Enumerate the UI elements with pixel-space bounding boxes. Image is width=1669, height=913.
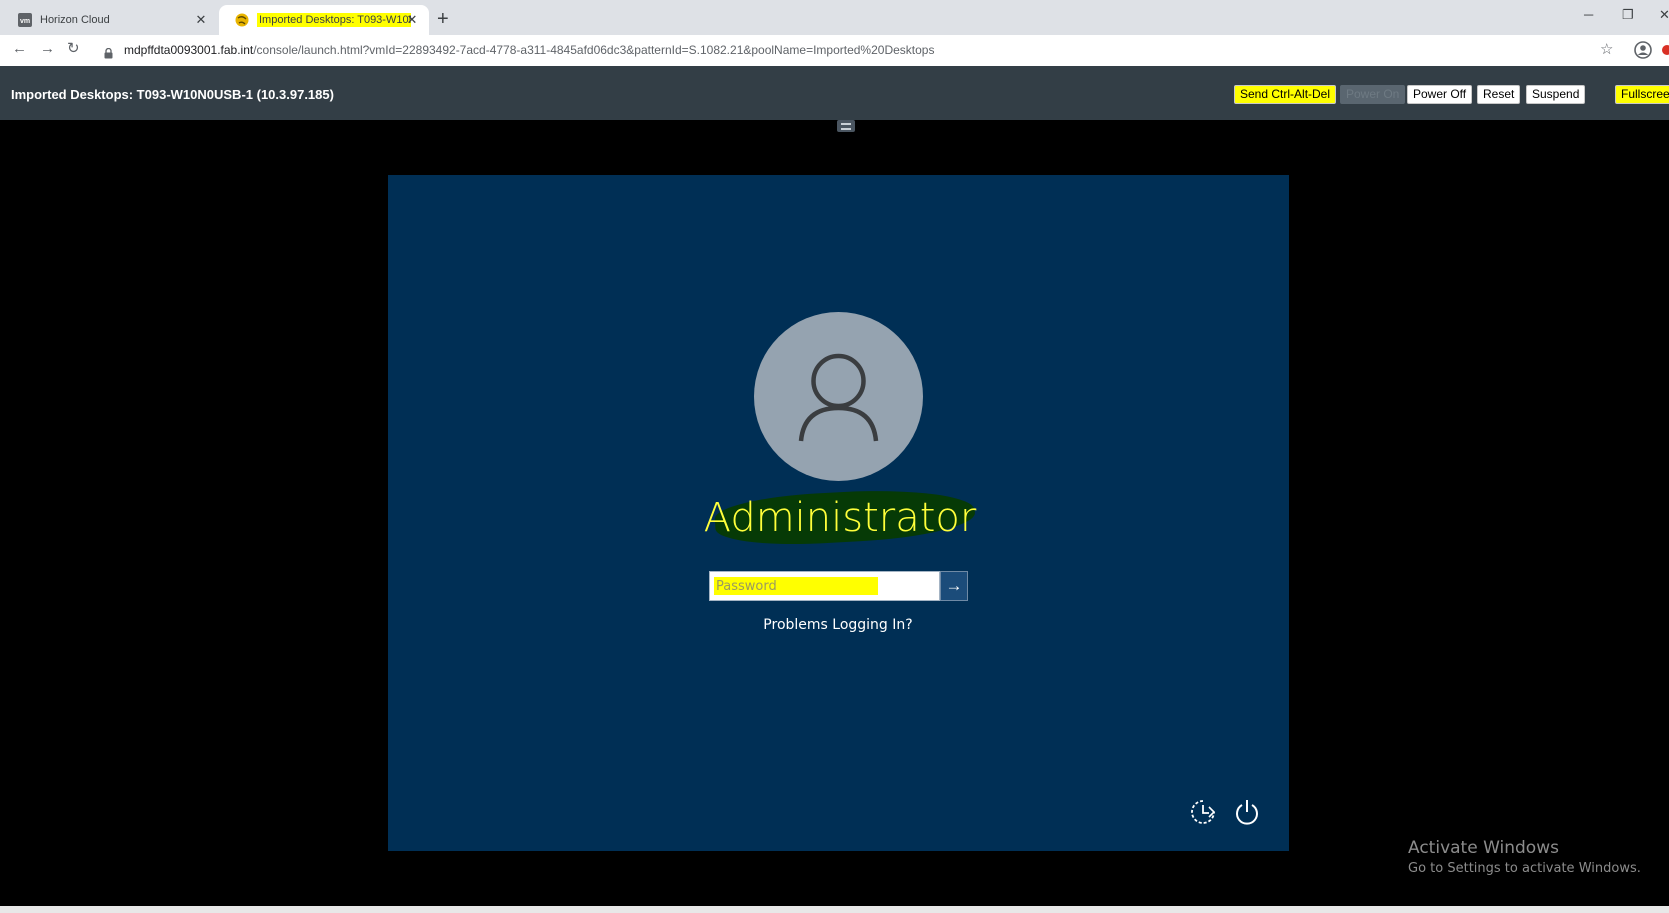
minimize-icon[interactable]: ─ [1584, 7, 1593, 22]
forward-icon[interactable]: → [40, 40, 55, 58]
fullscreen-button[interactable]: Fullscreen [1615, 85, 1669, 104]
browser-tab-bar: vm Horizon Cloud ✕ Imported Desktops: T0… [0, 0, 1669, 35]
vmware-icon: vm [18, 13, 32, 27]
power-on-button[interactable]: Power On [1340, 85, 1406, 104]
user-icon [798, 353, 879, 442]
new-tab-button[interactable]: + [437, 9, 449, 29]
tab-title: Imported Desktops: T093-W10N [257, 13, 411, 27]
password-field[interactable] [709, 571, 940, 601]
svg-text:vm: vm [20, 18, 30, 25]
send-ctrl-alt-del-button[interactable]: Send Ctrl-Alt-Del [1234, 85, 1337, 104]
watermark-title: Activate Windows [1408, 838, 1559, 858]
restore-icon[interactable]: ❐ [1622, 7, 1634, 23]
console-menu-handle[interactable] [837, 120, 855, 132]
close-icon[interactable]: ✕ [194, 13, 208, 27]
power-off-button[interactable]: Power Off [1407, 85, 1473, 104]
back-icon[interactable]: ← [12, 40, 27, 58]
close-icon[interactable]: ✕ [405, 13, 419, 27]
bookmark-star-icon[interactable]: ☆ [1600, 41, 1613, 59]
user-avatar [754, 312, 923, 481]
problems-logging-in-link[interactable]: Problems Logging In? [700, 617, 976, 633]
chrome-globe-icon [235, 13, 249, 27]
reload-icon[interactable]: ↻ [67, 40, 80, 58]
username-label: Administrator [703, 495, 977, 541]
activate-windows-watermark: Activate Windows Go to Settings to activ… [1408, 838, 1641, 876]
suspend-button[interactable]: Suspend [1526, 85, 1586, 104]
extension-icon[interactable] [1662, 45, 1669, 55]
profile-icon[interactable] [1634, 41, 1652, 64]
console-toolbar: Imported Desktops: T093-W10N0USB-1 (10.3… [0, 66, 1669, 120]
ease-of-access-icon[interactable] [1188, 797, 1218, 827]
horizontal-scrollbar[interactable] [0, 906, 1669, 913]
vm-title: Imported Desktops: T093-W10N0USB-1 (10.3… [11, 87, 334, 102]
submit-arrow-button[interactable]: → [940, 571, 968, 601]
arrow-right-icon: → [945, 576, 963, 595]
password-input[interactable] [714, 577, 878, 595]
url-field[interactable]: mdpffdta0093001.fab.int/console/launch.h… [124, 43, 934, 57]
lock-icon [104, 46, 113, 64]
reset-button[interactable]: Reset [1477, 85, 1521, 104]
url-host: mdpffdta0093001.fab.int [124, 43, 254, 57]
power-icon[interactable] [1232, 797, 1262, 827]
close-window-icon[interactable]: ✕ [1659, 7, 1669, 23]
address-bar: ← → ↻ mdpffdta0093001.fab.int/console/la… [0, 35, 1669, 67]
tab-imported-desktops[interactable]: Imported Desktops: T093-W10N ✕ [219, 5, 429, 35]
tab-title: Horizon Cloud [40, 14, 110, 26]
tab-horizon-cloud[interactable]: vm Horizon Cloud ✕ [2, 5, 218, 35]
url-path: /console/launch.html?vmId=22893492-7acd-… [253, 43, 935, 57]
watermark-subtitle: Go to Settings to activate Windows. [1408, 861, 1641, 876]
